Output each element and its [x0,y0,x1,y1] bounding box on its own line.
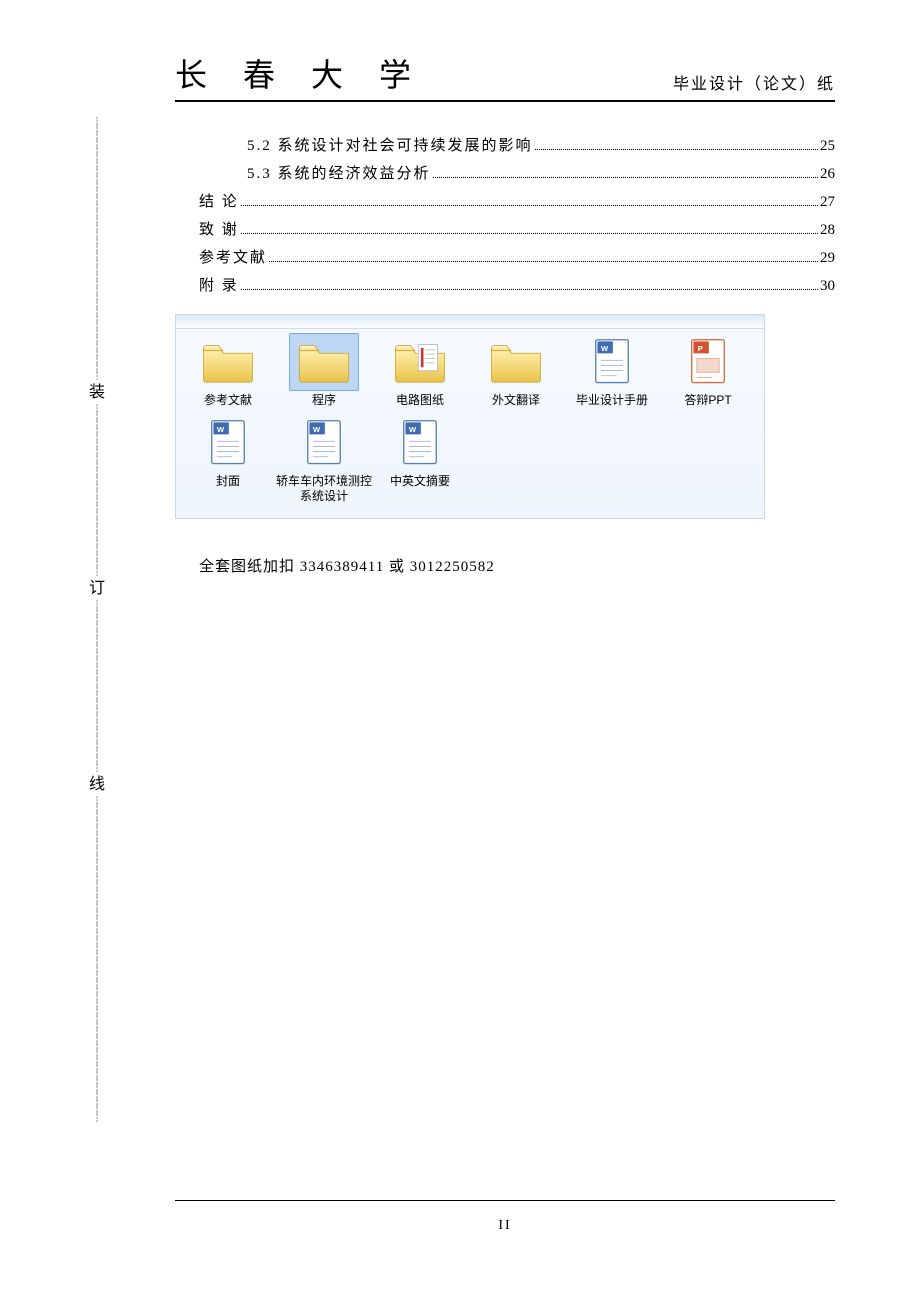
table-of-contents: 5.2 系统设计对社会可持续发展的影响 25 5.3 系统的经济效益分析 26 结 论 2… [175,132,835,300]
page-number: II [175,1218,835,1234]
file-explorer-screenshot: 参考文献程序电路图纸外文翻译毕业设计手册答辩PPT 封面轿车车内环境测控系统设计中… [175,314,765,519]
file-item[interactable]: 中英文摘要 [372,414,468,504]
toc-dots [433,177,818,178]
toc-row: 致 谢 28 [175,216,835,244]
toc-dots [269,261,818,262]
file-item[interactable]: 程序 [276,333,372,408]
file-item[interactable]: 轿车车内环境测控系统设计 [276,414,372,504]
toc-row: 结 论 27 [175,188,835,216]
toc-page: 27 [820,188,835,216]
toc-dots [241,233,818,234]
file-label: 封面 [180,474,276,489]
toc-row: 5.2 系统设计对社会可持续发展的影响 25 [175,132,835,160]
file-label: 轿车车内环境测控系统设计 [276,474,372,504]
toc-row: 5.3 系统的经济效益分析 26 [175,160,835,188]
toc-page: 29 [820,244,835,272]
toc-page: 26 [820,160,835,188]
file-label: 参考文献 [180,393,276,408]
contact-note: 全套图纸加扣 3346389411 或 3012250582 [199,555,835,576]
toc-label: 参考文献 [199,244,267,272]
binding-char-2: 订 [88,575,106,603]
binding-margin: ┊┊┊┊┊┊┊┊┊┊┊┊┊┊┊┊┊┊┊┊┊┊┊┊┊┊┊┊┊┊┊┊┊┊┊┊┊ 装 … [88,120,106,1121]
toc-row: 参考文献 29 [175,244,835,272]
file-item[interactable]: 毕业设计手册 [564,333,660,408]
university-name: 长 春 大 学 [175,50,425,96]
file-item[interactable]: 电路图纸 [372,333,468,408]
toc-row: 附 录 30 [175,272,835,300]
toc-page: 25 [820,132,835,160]
folder-icon [481,333,551,391]
word-doc-icon [577,333,647,391]
folder-with-doc-icon [385,333,455,391]
file-item[interactable]: 封面 [180,414,276,504]
ppt-doc-icon [673,333,743,391]
folder-icon [193,333,263,391]
paper-type-label: 毕业设计（论文）纸 [673,70,835,96]
toc-label: 结 论 [199,188,239,216]
footer-rule [175,1200,835,1201]
file-label: 中英文摘要 [372,474,468,489]
file-label: 答辩PPT [660,393,756,408]
file-item[interactable]: 答辩PPT [660,333,756,408]
binding-char-3: 线 [88,771,106,799]
page-header: 长 春 大 学 毕业设计（论文）纸 [175,50,835,102]
file-label: 程序 [276,393,372,408]
binding-char-1: 装 [88,379,106,407]
toc-label: 5.2 系统设计对社会可持续发展的影响 [247,132,533,160]
toc-dots [241,289,818,290]
toc-dots [535,149,818,150]
toc-label: 致 谢 [199,216,239,244]
folder-icon [289,333,359,391]
word-doc-icon [385,414,455,472]
toc-label: 5.3 系统的经济效益分析 [247,160,431,188]
file-label: 电路图纸 [372,393,468,408]
toc-page: 30 [820,272,835,300]
file-label: 外文翻译 [468,393,564,408]
file-label: 毕业设计手册 [564,393,660,408]
word-doc-icon [289,414,359,472]
toc-dots [241,205,818,206]
toc-page: 28 [820,216,835,244]
file-item[interactable]: 外文翻译 [468,333,564,408]
toc-label: 附 录 [199,272,239,300]
file-item[interactable]: 参考文献 [180,333,276,408]
explorer-toolbar [176,315,764,329]
word-doc-icon [193,414,263,472]
